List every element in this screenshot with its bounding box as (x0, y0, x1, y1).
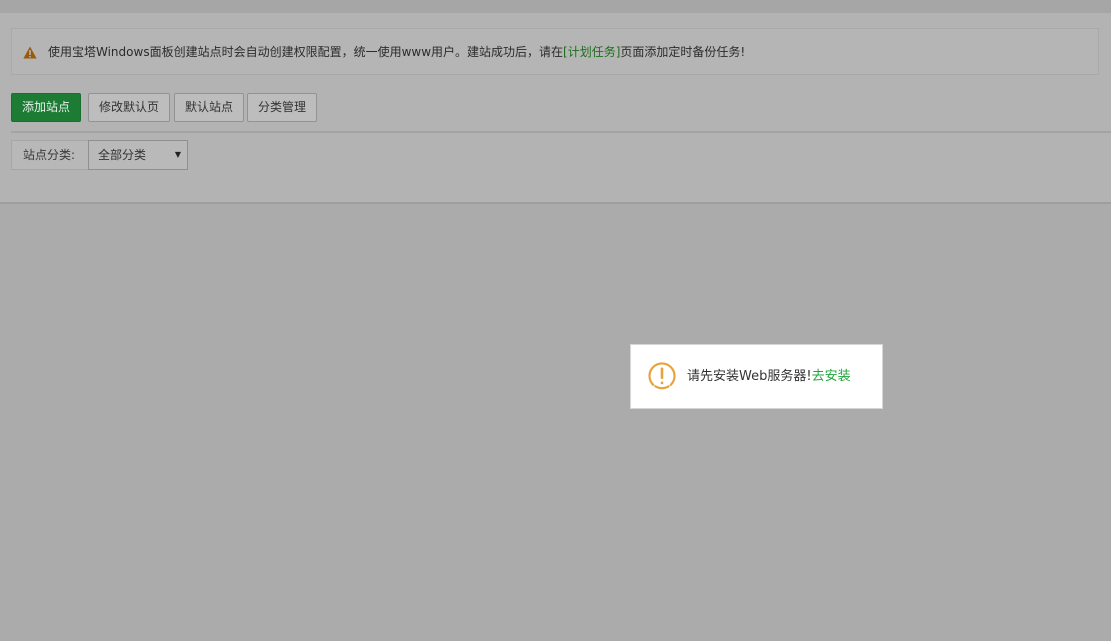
notice-text-after: 页面添加定时备份任务! (620, 45, 746, 59)
edit-default-page-button[interactable]: 修改默认页 (88, 93, 170, 122)
category-manage-button[interactable]: 分类管理 (247, 93, 317, 122)
default-site-button[interactable]: 默认站点 (174, 93, 244, 122)
add-site-button[interactable]: 添加站点 (11, 93, 81, 122)
exclamation-circle-icon (648, 362, 676, 390)
toast-message-text: 请先安装Web服务器! (687, 369, 812, 384)
go-install-link[interactable]: 去安装 (812, 369, 851, 384)
toast-message: 请先安装Web服务器!去安装 (687, 345, 851, 408)
site-panel: 使用宝塔Windows面板创建站点时会自动创建权限配置，统一使用www用户。建站… (0, 13, 1111, 204)
site-category-selected-value: 全部分类 (98, 148, 147, 162)
dropdown-arrow-icon: ▼ (174, 150, 181, 159)
notice-text: 使用宝塔Windows面板创建站点时会自动创建权限配置，统一使用www用户。建站… (48, 29, 745, 76)
top-bar (0, 0, 1111, 13)
site-category-select[interactable]: 全部分类 ▼ (88, 140, 188, 170)
site-category-label: 站点分类: (11, 140, 89, 170)
toolbar-divider (11, 131, 1111, 133)
install-web-server-toast: 请先安装Web服务器!去安装 (630, 344, 883, 409)
warning-triangle-icon (23, 46, 37, 59)
notice-text-before: 使用宝塔Windows面板创建站点时会自动创建权限配置，统一使用www用户。建站… (48, 45, 564, 59)
schedule-task-link[interactable]: [计划任务] (563, 45, 620, 59)
notice-banner: 使用宝塔Windows面板创建站点时会自动创建权限配置，统一使用www用户。建站… (11, 28, 1099, 75)
